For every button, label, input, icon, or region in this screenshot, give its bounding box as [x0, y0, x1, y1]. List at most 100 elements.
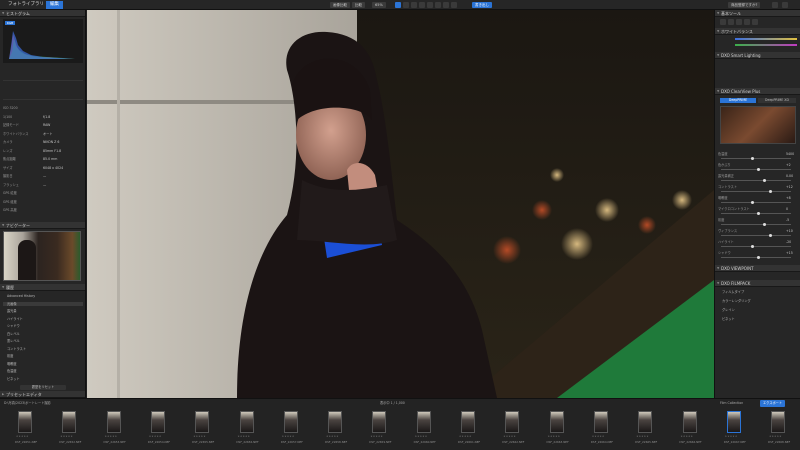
thumbnail[interactable]: ★★★★★ DSF_22654.NEF [137, 411, 181, 445]
color-icon[interactable] [728, 19, 734, 25]
repair-icon[interactable] [443, 2, 449, 8]
filmpack-item[interactable]: カラーレンダリング [718, 299, 798, 303]
rating-stars[interactable]: ★★★★★ [681, 435, 701, 438]
thumbnail-image[interactable] [106, 411, 121, 433]
slider-knob[interactable] [769, 190, 772, 193]
rating-stars[interactable]: ★★★★★ [592, 435, 612, 438]
thumbnail-image[interactable] [195, 411, 210, 433]
section-viewpoint[interactable]: ▼ DXO VIEWPOINT [715, 265, 800, 272]
thumbnail[interactable]: ★★★★★ DSF_22667.NEF [713, 411, 757, 445]
thumbnail-image[interactable] [549, 411, 564, 433]
rating-stars[interactable]: ★★★★★ [193, 435, 213, 438]
preset-editor-header[interactable]: ▶ プリセットエディタ [0, 391, 85, 398]
loupe-preview[interactable] [720, 106, 796, 144]
slider-track[interactable] [721, 201, 791, 204]
thumbnail[interactable]: ★★★★★ DSF_22668.NEF [757, 411, 800, 445]
section-white-balance[interactable]: ▼ ホワイトバランス [715, 28, 800, 35]
thumbnail-image[interactable] [726, 411, 741, 433]
redeye-icon[interactable] [411, 2, 417, 8]
thumbnail-image[interactable] [416, 411, 431, 433]
thumbnail[interactable]: ★★★★★ DSF_22660.NEF [403, 411, 447, 445]
split-compare-button[interactable]: 比較 [352, 2, 365, 8]
slider-value[interactable]: +10 [786, 229, 793, 233]
filmpack-item[interactable]: フィルムタイプ [718, 290, 798, 294]
thumbnail[interactable]: ★★★★★ DSF_22662.NEF [491, 411, 535, 445]
thumbnail-image[interactable] [771, 411, 786, 433]
filmpack-item[interactable]: ビネット [718, 317, 798, 321]
slider-knob[interactable] [763, 179, 766, 182]
thumbnail[interactable]: ★★★★★ DSF_22666.NEF [669, 411, 713, 445]
tab-photo-library[interactable]: フォトライブラリ [4, 1, 48, 9]
slider-knob[interactable] [763, 223, 766, 226]
eye-icon[interactable] [451, 2, 457, 8]
slider-track[interactable] [721, 168, 791, 171]
history-item[interactable]: 元画像 [3, 301, 83, 306]
slider-track[interactable] [721, 212, 791, 215]
settings-icon[interactable] [782, 2, 788, 8]
thumbnail-image[interactable] [461, 411, 475, 433]
rating-stars[interactable]: ★★★★★ [636, 435, 656, 438]
history-item[interactable]: ビネット [3, 377, 83, 381]
slider-value[interactable]: +2 [786, 163, 791, 167]
slider-track[interactable] [721, 190, 791, 193]
light-icon[interactable] [720, 19, 726, 25]
geometry-icon[interactable] [744, 19, 750, 25]
tools-header[interactable]: ▼ 基本ツール [715, 10, 800, 17]
history-item[interactable]: Advanced History [3, 294, 83, 298]
rating-stars[interactable]: ★★★★★ [282, 435, 302, 438]
section-clearview[interactable]: ▼ DXO ClearView Plus [715, 88, 800, 95]
rating-stars[interactable]: ★★★★★ [459, 435, 479, 438]
slider-value[interactable]: +15 [786, 251, 793, 255]
history-item[interactable]: 明瞭度 [3, 362, 83, 366]
temperature-slider[interactable] [735, 38, 797, 40]
thumbnail[interactable]: ★★★★★ DSF_22655.NEF [181, 411, 225, 445]
histogram-header[interactable]: ▼ ヒストグラム [0, 10, 85, 17]
image-canvas[interactable] [87, 10, 714, 398]
thumbnail-image[interactable] [62, 411, 77, 433]
slider-value[interactable]: 5400 [786, 152, 794, 156]
rating-stars[interactable]: ★★★★★ [370, 435, 390, 438]
compare-button[interactable]: 画像比較 [330, 2, 350, 8]
history-item[interactable]: 色温度 [3, 369, 83, 373]
export-button[interactable]: 書き出し [472, 2, 492, 8]
thumbnail[interactable]: ★★★★★ DSF_22652.NEF [48, 411, 92, 445]
slider-knob[interactable] [751, 157, 754, 160]
clipping-toggles[interactable] [3, 80, 83, 100]
thumbnail[interactable]: ★★★★★ DSF_22659.NEF [358, 411, 402, 445]
rating-stars[interactable]: ★★★★★ [769, 435, 789, 438]
slider-track[interactable] [721, 256, 791, 259]
slider-knob[interactable] [757, 168, 760, 171]
slider-value[interactable]: 0 [786, 207, 788, 211]
rating-stars[interactable]: ★★★★★ [725, 435, 745, 438]
slider-track[interactable] [721, 223, 791, 226]
film-collection-button[interactable]: Film Collection [720, 401, 743, 406]
account-button[interactable]: 商品登録ですか? [728, 2, 761, 8]
thumbnail-image[interactable] [372, 411, 387, 433]
detail-icon[interactable] [736, 19, 742, 25]
thumbnail-image[interactable] [18, 411, 32, 433]
slider-value[interactable]: +8 [786, 196, 791, 200]
thumbnail[interactable]: ★★★★★ DSF_22665.NEF [624, 411, 668, 445]
zoom-level[interactable]: 65% [372, 2, 386, 8]
thumbnail[interactable]: ★★★★★ DSF_22663.NEF [536, 411, 580, 445]
thumbnail[interactable]: ★★★★★ DSF_22657.NEF [270, 411, 314, 445]
history-item[interactable]: 黒レベル [3, 339, 83, 343]
horizon-icon[interactable] [403, 2, 409, 8]
history-header[interactable]: ▼ 履歴 [0, 284, 85, 291]
slider-track[interactable] [721, 245, 791, 248]
rating-stars[interactable]: ★★★★★ [548, 435, 568, 438]
noise-mode-deepprime-xd[interactable]: DeepPRIME XD [758, 98, 796, 103]
slider-knob[interactable] [757, 256, 760, 259]
tint-slider[interactable] [735, 44, 797, 46]
slider-knob[interactable] [757, 212, 760, 215]
rating-stars[interactable]: ★★★★★ [105, 435, 125, 438]
local-adjust-icon[interactable] [752, 19, 758, 25]
rating-stars[interactable]: ★★★★★ [503, 435, 523, 438]
brush-icon[interactable] [419, 2, 425, 8]
section-filmpack[interactable]: ▼ DXO FILMPACK [715, 280, 800, 287]
rating-stars[interactable]: ★★★★★ [16, 435, 36, 438]
folder-path[interactable]: D:\写真\2023\ポートレート撮影 [4, 401, 304, 406]
section-smart-lighting[interactable]: ▼ DXO Smart Lighting [715, 52, 800, 59]
rating-stars[interactable]: ★★★★★ [149, 435, 169, 438]
thumbnail[interactable]: ★★★★★ DSF_22651.NEF [4, 411, 48, 445]
